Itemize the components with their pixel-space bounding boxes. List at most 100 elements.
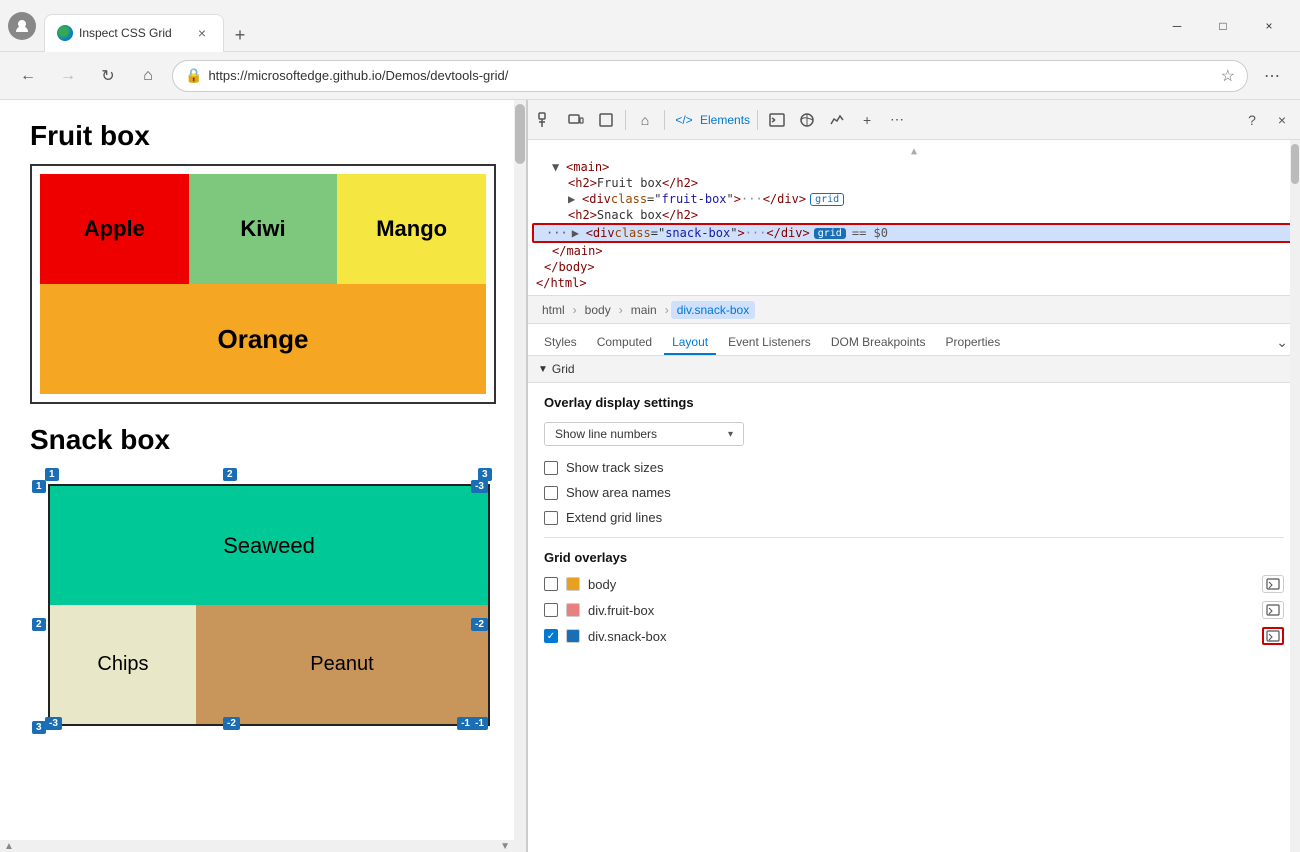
chips-cell: Chips — [50, 605, 196, 724]
tree-arrow-fruit[interactable]: ▶ — [568, 192, 582, 206]
tree-arrow-main[interactable]: ▼ — [552, 160, 566, 174]
fruit-box-overlay-label: div.fruit-box — [588, 603, 1254, 618]
more-menu-icon[interactable]: ⋯ — [883, 106, 911, 134]
tab-close-button[interactable]: × — [193, 24, 211, 42]
breadcrumb: html › body › main › div.snack-box — [528, 296, 1300, 324]
snack-box-overlay-checkbox[interactable] — [544, 629, 558, 643]
tab-dom-breakpoints[interactable]: DOM Breakpoints — [823, 331, 934, 355]
devtools-scrollbar[interactable] — [1290, 140, 1300, 852]
lock-icon: 🔒 — [185, 67, 202, 84]
fruit-box-show-overlay-button[interactable] — [1262, 601, 1284, 619]
tree-line-h2-fruit[interactable]: <h2>Fruit box</h2> — [528, 175, 1300, 191]
forward-button[interactable]: → — [52, 60, 84, 92]
back-button[interactable]: ← — [12, 60, 44, 92]
fruit-box-title: Fruit box — [30, 120, 496, 152]
close-window-button[interactable]: × — [1246, 0, 1292, 52]
help-icon[interactable]: ? — [1238, 106, 1266, 134]
snack-box-title: Snack box — [30, 424, 496, 456]
responsive-design-icon[interactable] — [562, 106, 590, 134]
devtools-toolbar: ⌂ </> Elements + ⋯ ? × — [528, 100, 1300, 140]
active-tab[interactable]: Inspect CSS Grid × — [44, 14, 224, 52]
snack-box-show-overlay-button[interactable] — [1262, 627, 1284, 645]
3d-view-icon[interactable] — [592, 106, 620, 134]
tree-line-main[interactable]: ▼ <main> — [528, 159, 1300, 175]
tab-layout[interactable]: Layout — [664, 331, 716, 355]
show-area-names-label: Show area names — [566, 485, 671, 500]
fruit-box-color-swatch[interactable] — [566, 603, 580, 617]
line-numbers-dropdown[interactable]: Show line numbers ▾ — [544, 422, 744, 446]
snack-box-color-swatch[interactable] — [566, 629, 580, 643]
fruit-box-grid-badge[interactable]: grid — [810, 193, 844, 206]
tab-properties[interactable]: Properties — [938, 331, 1009, 355]
console-icon[interactable] — [763, 106, 791, 134]
titlebar: Inspect CSS Grid × + ─ □ × — [0, 0, 1300, 52]
grid-num-r3-l: 3 — [32, 721, 46, 734]
breadcrumb-html[interactable]: html — [536, 301, 571, 319]
tab-styles[interactable]: Styles — [536, 331, 585, 355]
fruit-grid: Apple Kiwi Mango Orange — [40, 174, 486, 394]
tree-arrow-snack[interactable]: ▶ — [572, 226, 586, 240]
toolbar-separator-2 — [664, 110, 665, 130]
snack-box-wrapper: 1 2 3 1 2 3 -3 -2 -1 -3 -2 -1 Seaweed — [30, 466, 490, 736]
tree-line-main-close[interactable]: </main> — [528, 243, 1300, 259]
body-show-overlay-button[interactable] — [1262, 575, 1284, 593]
grid-num-c1-t: 1 — [45, 468, 59, 481]
panel-tabs: Styles Computed Layout Event Listeners D… — [528, 324, 1300, 356]
apple-cell: Apple — [40, 174, 189, 284]
new-tab-button[interactable]: + — [224, 20, 256, 52]
orange-cell: Orange — [40, 284, 486, 394]
body-overlay-checkbox[interactable] — [544, 577, 558, 591]
grid-num-r1-l: 1 — [32, 480, 46, 493]
address-bar[interactable]: 🔒 https://microsoftedge.github.io/Demos/… — [172, 60, 1248, 92]
sources-icon[interactable] — [793, 106, 821, 134]
snack-grid-container: Seaweed Chips Peanut — [48, 484, 490, 726]
inspect-element-icon[interactable] — [532, 106, 560, 134]
tree-line-div-fruit[interactable]: ▶ <div class="fruit-box"> ··· </div> gri… — [528, 191, 1300, 207]
tree-line-body-close[interactable]: </body> — [528, 259, 1300, 275]
grid-num-rn2-r: -2 — [471, 618, 488, 631]
performance-icon[interactable] — [823, 106, 851, 134]
breadcrumb-body[interactable]: body — [579, 301, 617, 319]
tab-title: Inspect CSS Grid — [79, 26, 172, 40]
more-menu-button[interactable]: ⋯ — [1256, 60, 1288, 92]
tab-event-listeners[interactable]: Event Listeners — [720, 331, 819, 355]
profile-icon[interactable] — [8, 12, 36, 40]
tree-line-div-snack[interactable]: ··· ▶ <div class="snack-box"> ··· </div>… — [534, 225, 1294, 241]
grid-section-header[interactable]: ▼ Grid — [528, 356, 1300, 383]
peanut-cell: Peanut — [196, 605, 488, 724]
favorite-icon[interactable]: ☆ — [1221, 66, 1235, 86]
grid-num-cn1-b: -1 — [457, 717, 474, 730]
home-button[interactable]: ⌂ — [132, 60, 164, 92]
snack-box-overlay-row: div.snack-box — [544, 627, 1284, 645]
fruit-box-overlay-checkbox[interactable] — [544, 603, 558, 617]
maximize-button[interactable]: □ — [1200, 0, 1246, 52]
address-url: https://microsoftedge.github.io/Demos/de… — [208, 68, 1214, 83]
body-color-swatch[interactable] — [566, 577, 580, 591]
breadcrumb-snack-box[interactable]: div.snack-box — [671, 301, 755, 319]
tab-bar: Inspect CSS Grid × + — [44, 0, 256, 52]
tree-line-h2-snack[interactable]: <h2>Snack box</h2> — [528, 207, 1300, 223]
breadcrumb-main[interactable]: main — [625, 301, 663, 319]
home-devtools-icon[interactable]: ⌂ — [631, 106, 659, 134]
mango-cell: Mango — [337, 174, 486, 284]
elements-label[interactable]: Elements — [700, 113, 750, 127]
toolbar-separator-1 — [625, 110, 626, 130]
extend-grid-lines-row: Extend grid lines — [544, 510, 1284, 525]
grid-num-c2-t: 2 — [223, 468, 237, 481]
minimize-button[interactable]: ─ — [1154, 0, 1200, 52]
tab-computed[interactable]: Computed — [589, 331, 660, 355]
grid-section-title: Grid — [552, 362, 575, 376]
snack-box-grid-badge[interactable]: grid — [814, 228, 846, 239]
section-collapse-icon[interactable]: ▼ — [538, 364, 548, 375]
show-area-names-row: Show area names — [544, 485, 1284, 500]
more-tools-icon[interactable]: + — [853, 106, 881, 134]
show-area-names-checkbox[interactable] — [544, 486, 558, 500]
close-devtools-icon[interactable]: × — [1268, 106, 1296, 134]
show-track-sizes-checkbox[interactable] — [544, 461, 558, 475]
overlay-settings-title: Overlay display settings — [544, 395, 1284, 410]
reload-button[interactable]: ↻ — [92, 60, 124, 92]
elements-panel-icon[interactable]: </> — [670, 106, 698, 134]
extend-grid-lines-checkbox[interactable] — [544, 511, 558, 525]
grid-num-cn3-b: -3 — [45, 717, 62, 730]
tree-line-html-close[interactable]: </html> — [528, 275, 1300, 291]
